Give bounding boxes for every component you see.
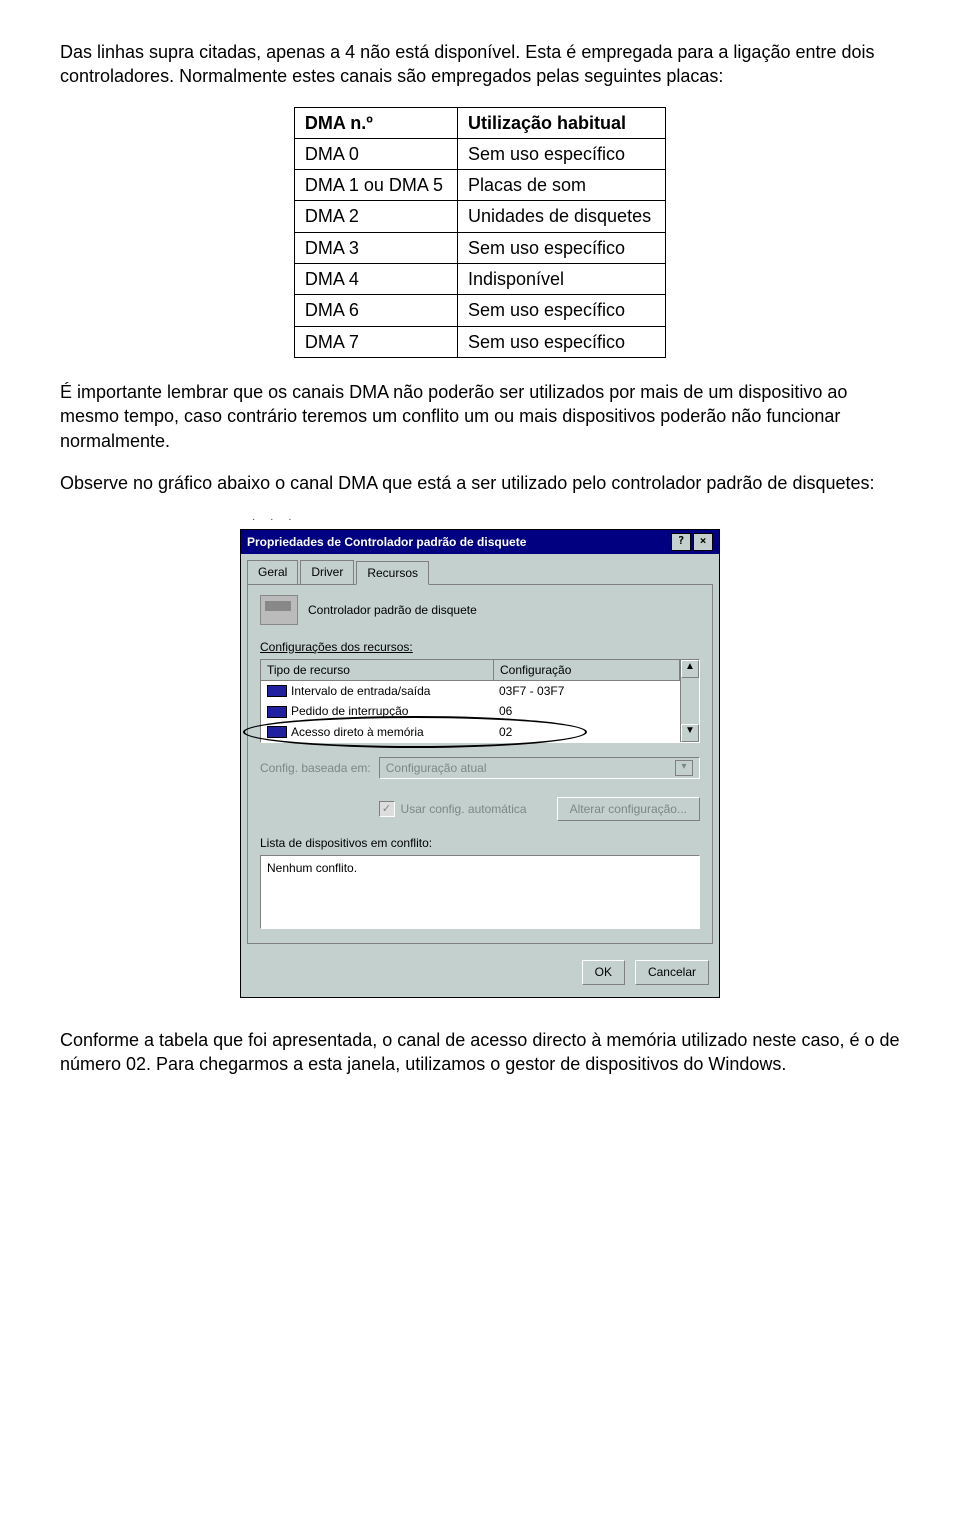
change-config-button: Alterar configuração... — [557, 797, 700, 821]
grip-dots-icon: · · · — [240, 513, 720, 527]
tab-strip: Geral Driver Recursos — [241, 554, 719, 584]
scrollbar[interactable]: ▲ ▼ — [680, 660, 699, 742]
cancel-button[interactable]: Cancelar — [635, 960, 709, 984]
chevron-down-icon: ▾ — [675, 760, 693, 776]
auto-config-label: Usar config. automática — [401, 801, 527, 817]
config-based-label: Config. baseada em: — [260, 760, 371, 776]
table-cell: Unidades de disquetes — [457, 201, 665, 232]
chip-icon — [267, 706, 287, 718]
resources-label: Configurações dos recursos: — [260, 639, 700, 655]
scroll-up-icon[interactable]: ▲ — [681, 660, 699, 678]
table-cell: DMA 0 — [294, 138, 457, 169]
properties-dialog: · · · Propriedades de Controlador padrão… — [240, 513, 720, 997]
conflict-text: Nenhum conflito. — [267, 861, 357, 875]
dialog-title: Propriedades de Controlador padrão de di… — [247, 534, 669, 550]
combo-value: Configuração atual — [386, 760, 487, 776]
paragraph: Das linhas supra citadas, apenas a 4 não… — [60, 40, 900, 89]
table-cell: DMA 1 ou DMA 5 — [294, 170, 457, 201]
config-based-combo: Configuração atual ▾ — [379, 757, 700, 779]
ok-button[interactable]: OK — [582, 960, 625, 984]
list-header-cell: Configuração — [494, 660, 680, 680]
titlebar: Propriedades de Controlador padrão de di… — [241, 530, 719, 554]
list-row[interactable]: Pedido de interrupção 06 — [261, 701, 680, 721]
list-header-cell: Tipo de recurso — [261, 660, 494, 680]
tab-geral[interactable]: Geral — [247, 560, 298, 584]
table-cell: Sem uso específico — [457, 138, 665, 169]
conflict-label: Lista de dispositivos em conflito: — [260, 835, 700, 851]
paragraph: Conforme a tabela que foi apresentada, o… — [60, 1028, 900, 1077]
scroll-down-icon[interactable]: ▼ — [681, 724, 699, 742]
table-cell: DMA 7 — [294, 326, 457, 357]
table-header-cell: Utilização habitual — [457, 107, 665, 138]
list-row[interactable]: Intervalo de entrada/saída 03F7 - 03F7 — [261, 681, 680, 701]
chip-icon — [267, 726, 287, 738]
chip-icon — [267, 685, 287, 697]
list-cell: 03F7 - 03F7 — [493, 681, 680, 701]
list-cell: 06 — [493, 701, 680, 721]
list-cell: 02 — [493, 722, 680, 742]
table-cell: Sem uso específico — [457, 295, 665, 326]
table-cell: DMA 2 — [294, 201, 457, 232]
table-header-cell: DMA n.º — [294, 107, 457, 138]
resource-listbox[interactable]: Tipo de recurso Configuração Intervalo d… — [260, 659, 700, 743]
close-button[interactable]: × — [693, 533, 713, 551]
device-icon — [260, 595, 298, 625]
list-cell: Pedido de interrupção — [291, 703, 408, 719]
list-cell: Acesso direto à memória — [291, 724, 424, 740]
table-cell: DMA 3 — [294, 232, 457, 263]
auto-config-checkbox: ✓ — [379, 801, 395, 817]
device-name: Controlador padrão de disquete — [308, 602, 477, 618]
tab-body: Controlador padrão de disquete Configura… — [247, 584, 713, 945]
table-cell: Sem uso específico — [457, 326, 665, 357]
table-cell: Placas de som — [457, 170, 665, 201]
tab-driver[interactable]: Driver — [300, 560, 354, 584]
table-cell: Indisponível — [457, 264, 665, 295]
list-cell: Intervalo de entrada/saída — [291, 683, 430, 699]
paragraph: Observe no gráfico abaixo o canal DMA qu… — [60, 471, 900, 495]
table-cell: DMA 4 — [294, 264, 457, 295]
paragraph: É importante lembrar que os canais DMA n… — [60, 380, 900, 453]
table-cell: DMA 6 — [294, 295, 457, 326]
table-cell: Sem uso específico — [457, 232, 665, 263]
tab-recursos[interactable]: Recursos — [356, 561, 429, 585]
dma-table: DMA n.º Utilização habitual DMA 0Sem uso… — [294, 107, 666, 358]
help-button[interactable]: ? — [671, 533, 691, 551]
conflict-listbox[interactable]: Nenhum conflito. — [260, 855, 700, 929]
list-row-highlighted[interactable]: Acesso direto à memória 02 — [261, 722, 680, 742]
